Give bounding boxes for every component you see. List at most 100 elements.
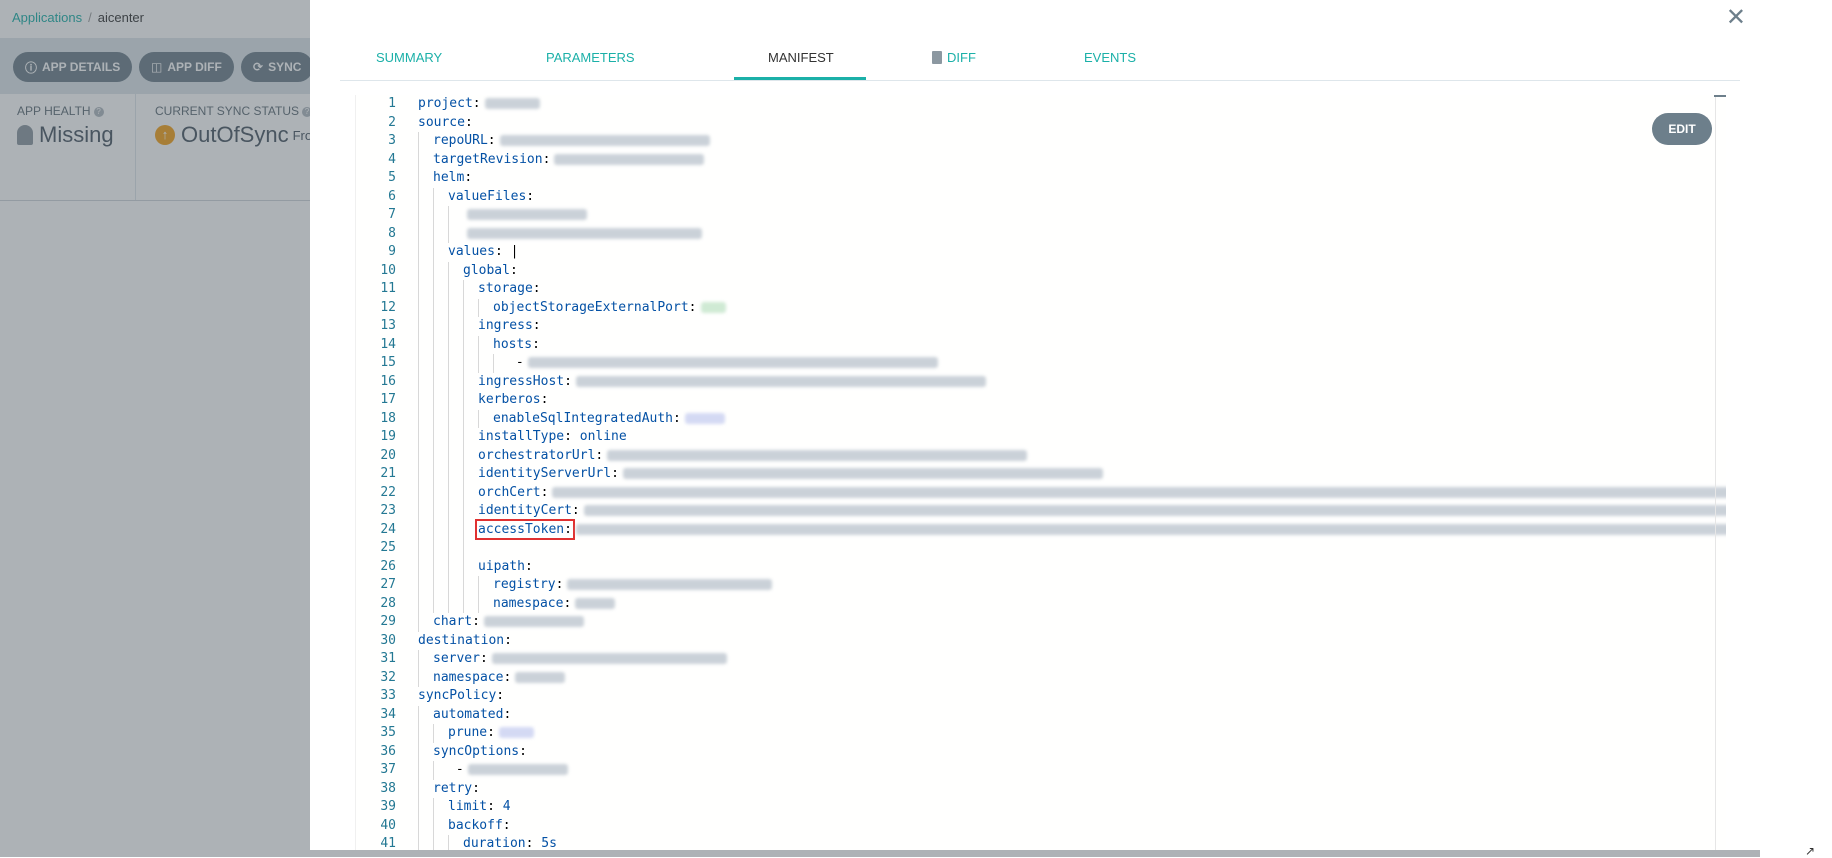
indent-guide (448, 465, 463, 484)
tab-parameters[interactable]: PARAMETERS (546, 50, 635, 65)
code-line: 39 limit: 4 (356, 798, 1716, 817)
line-number: 35 (380, 725, 396, 740)
yaml-key: prune: (448, 725, 495, 740)
yaml-key: automated: (433, 706, 512, 722)
indent-guide (433, 280, 448, 299)
indent-guide (463, 354, 478, 373)
line-number: 30 (380, 632, 396, 648)
indent-guide (433, 557, 448, 576)
line-number: 3 (388, 133, 396, 148)
code-line: 38 retry: (356, 779, 1716, 798)
yaml-value: online (571, 429, 627, 444)
code-line: 9 values: | (356, 243, 1716, 262)
code-line: 27 registry: (356, 576, 1716, 595)
code-line: 37 - (356, 761, 1716, 780)
indent-guide (448, 261, 463, 280)
code-line: 7 (356, 206, 1716, 225)
line-number: 34 (380, 706, 396, 722)
line-number: 21 (380, 466, 396, 481)
line-number: 33 (380, 688, 396, 703)
indent-guide (418, 280, 433, 299)
redacted-value (575, 523, 1726, 535)
line-number: 29 (380, 614, 396, 629)
yaml-key: destination: (418, 632, 512, 648)
yaml-key: hosts: (493, 336, 540, 352)
line-number: 26 (380, 558, 396, 574)
line-number: 16 (380, 373, 396, 389)
indent-guide (433, 594, 448, 613)
yaml-key: project: (418, 96, 481, 111)
code-line: 13 ingress: (356, 317, 1716, 336)
tab-diff[interactable]: DIFF (932, 50, 976, 65)
indent-guide (463, 483, 478, 502)
code-line: 22 orchCert: (356, 483, 1726, 502)
indent-guide (418, 724, 433, 743)
line-number: 17 (380, 392, 396, 407)
code-line: 3 repoURL: (356, 132, 1716, 151)
indent-guide (418, 835, 433, 850)
close-icon[interactable]: ✕ (1726, 6, 1746, 30)
code-line: 26 uipath: (356, 557, 1716, 576)
code-line: 12 objectStorageExternalPort: (356, 298, 1716, 317)
indent-guide (478, 335, 493, 354)
active-tab-indicator (734, 77, 866, 80)
indent-guide (433, 224, 448, 243)
indent-guide (463, 502, 478, 521)
indent-guide (448, 372, 463, 391)
indent-guide (433, 317, 448, 336)
code-line: 1 project: (356, 95, 1716, 114)
yaml-key: values: (448, 244, 503, 259)
redacted-value (607, 449, 1028, 461)
line-number: 6 (388, 188, 396, 204)
line-number: 28 (380, 595, 396, 611)
indent-guide (418, 150, 433, 169)
yaml-value: | (502, 244, 519, 259)
indent-guide (433, 187, 448, 206)
tab-manifest[interactable]: MANIFEST (768, 50, 834, 65)
line-number: 40 (380, 817, 396, 833)
indent-guide (463, 520, 478, 539)
yaml-key: valueFiles: (448, 188, 535, 204)
indent-guide (448, 354, 463, 373)
indent-guide (448, 391, 463, 410)
indent-guide (433, 520, 448, 539)
expand-icon[interactable]: ↗ (1805, 844, 1815, 858)
indent-guide (418, 391, 433, 410)
code-line: 30 destination: (356, 632, 1716, 651)
yaml-key: registry: (493, 577, 564, 592)
line-number: 8 (388, 225, 396, 241)
tab-events[interactable]: EVENTS (1084, 50, 1136, 65)
line-number: 32 (380, 669, 396, 685)
indent-guide (448, 502, 463, 521)
code-line: 15 - (356, 354, 1716, 373)
code-line: 33 syncPolicy: (356, 687, 1716, 706)
indent-guide (418, 816, 433, 835)
indent-guide (463, 280, 478, 299)
indent-guide (418, 372, 433, 391)
indent-guide (478, 576, 493, 595)
indent-guide (433, 798, 448, 817)
indent-guide (493, 354, 508, 373)
line-number: 36 (380, 743, 396, 759)
indent-guide (418, 224, 433, 243)
redacted-value (575, 375, 986, 387)
manifest-editor[interactable]: 1 project: 2 source: 3 repoURL: 4 targetRevisio… (355, 95, 1726, 850)
indent-guide (433, 428, 448, 447)
indent-guide (463, 372, 478, 391)
indent-guide (433, 465, 448, 484)
tab-summary[interactable]: SUMMARY (376, 50, 442, 65)
indent-guide (433, 261, 448, 280)
scrollbar[interactable] (1715, 95, 1716, 850)
indent-guide (448, 483, 463, 502)
indent-guide (418, 409, 433, 428)
code-line: 8 (356, 224, 1716, 243)
yaml-key: limit: (448, 799, 495, 814)
yaml-key: identityServerUrl: (478, 466, 619, 481)
indent-guide (448, 298, 463, 317)
redacted-value (498, 727, 534, 738)
indent-guide (463, 335, 478, 354)
edit-button[interactable]: EDIT (1652, 113, 1712, 145)
line-number: 23 (380, 503, 396, 518)
code-line: 29 chart: (356, 613, 1716, 632)
indent-guide (463, 317, 478, 336)
